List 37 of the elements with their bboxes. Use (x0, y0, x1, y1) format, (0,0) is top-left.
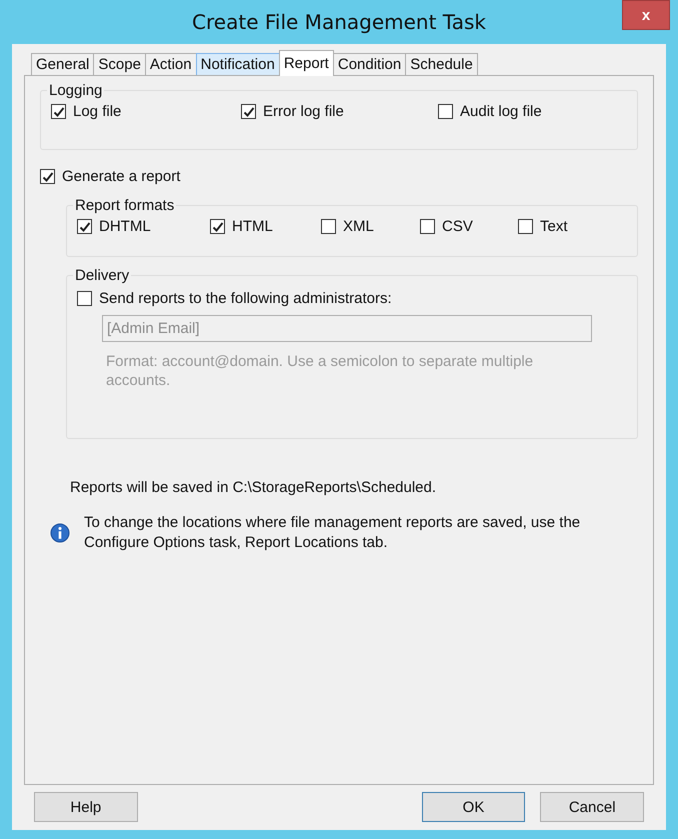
checkbox-label: Error log file (263, 103, 344, 120)
checkbox-label: Send reports to the following administrators: (99, 290, 392, 307)
tab[interactable]: General (31, 53, 94, 75)
checkbox[interactable] (321, 219, 336, 234)
checkbox[interactable] (518, 219, 533, 234)
checkbox[interactable] (51, 104, 66, 119)
checkbox-label: DHTML (99, 218, 151, 235)
checkbox[interactable] (210, 219, 225, 234)
checkbox[interactable] (438, 104, 453, 119)
checkbox-label: XML (343, 218, 374, 235)
window-title: Create File Management Task (192, 10, 486, 34)
format-hint: Format: account@domain. Use a semicolon to separate multiple accounts. (106, 352, 534, 390)
checkbox-label: HTML (232, 218, 273, 235)
checkbox[interactable] (77, 291, 92, 306)
dialog-button[interactable]: OK (422, 792, 526, 822)
tab[interactable]: Scope (93, 53, 146, 75)
tab[interactable]: Report (278, 50, 334, 76)
checkbox-label: Generate a report (62, 168, 180, 185)
close-button[interactable]: x (622, 0, 670, 30)
checkbox-label: CSV (442, 218, 473, 235)
tab[interactable]: Schedule (405, 53, 478, 75)
checkbox[interactable] (241, 104, 256, 119)
checkbox[interactable] (40, 169, 55, 184)
info-text: To change the locations where file management reports are saved, use the Configure Options task, Report Locations tab. (84, 513, 582, 553)
group-title: Delivery (74, 267, 130, 284)
checkbox-label: Audit log file (460, 103, 542, 120)
tab[interactable]: Notification (196, 53, 280, 75)
group-title: Logging (48, 82, 104, 99)
saved-location-text: Reports will be saved in C:\StorageReports\Scheduled. (70, 479, 438, 496)
group-title: Report formats (74, 197, 176, 214)
checkbox-label: Log file (73, 103, 122, 120)
dialog-button[interactable]: Help (34, 792, 138, 822)
dialog-button[interactable]: Cancel (540, 792, 644, 822)
checkbox[interactable] (420, 219, 435, 234)
checkbox[interactable] (77, 219, 92, 234)
checkbox-label: Text (540, 218, 568, 235)
info-icon (50, 523, 70, 543)
